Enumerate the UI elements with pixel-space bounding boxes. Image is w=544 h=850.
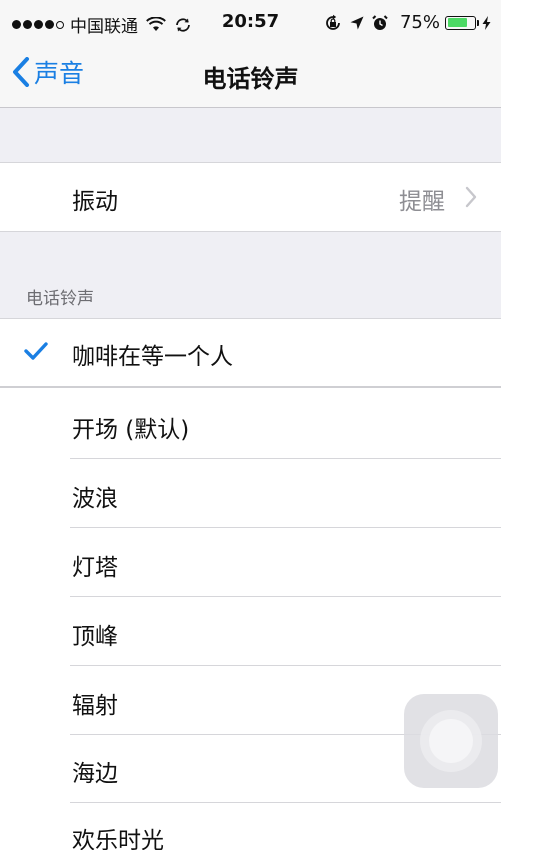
- status-bar-right: 75%: [324, 12, 491, 33]
- assistive-touch-button[interactable]: [404, 694, 498, 788]
- phone-screen: 中国联通 20:57 75% 声音 电话铃声 振动 提醒 电话铃声 咖啡在等一个…: [0, 0, 501, 850]
- location-arrow-icon: [350, 16, 364, 30]
- checkmark-icon: [24, 341, 48, 365]
- ringtone-label: 开场 (默认): [72, 417, 190, 443]
- battery-tip: [477, 19, 479, 26]
- ringtone-row[interactable]: 灯塔: [0, 528, 501, 596]
- ringtone-row[interactable]: 欢乐时光: [0, 803, 501, 850]
- battery-icon: [445, 15, 476, 30]
- page-title: 电话铃声: [202, 65, 299, 93]
- alarm-clock-icon: [372, 14, 388, 31]
- divider: [0, 386, 501, 388]
- ringtone-row[interactable]: 顶峰: [0, 597, 501, 665]
- section-header-area: 电话铃声: [0, 232, 501, 318]
- chevron-right-icon: [465, 186, 477, 212]
- vibration-label: 振动: [72, 189, 118, 215]
- group-spacer-top: [0, 108, 501, 163]
- status-bar: 中国联通 20:57 75%: [0, 0, 501, 44]
- ringtone-section-header: 电话铃声: [26, 289, 94, 309]
- ringtone-label: 顶峰: [72, 624, 118, 650]
- ringtone-label: 灯塔: [72, 555, 118, 581]
- ringtone-row[interactable]: 波浪: [0, 459, 501, 527]
- ringtone-label: 咖啡在等一个人: [72, 344, 233, 370]
- vibration-value: 提醒: [399, 189, 445, 215]
- ringtone-label: 欢乐时光: [72, 828, 164, 850]
- battery-level-fill: [447, 18, 467, 27]
- navigation-bar: 声音 电话铃声: [0, 44, 501, 108]
- ringtone-label: 海边: [72, 761, 118, 787]
- rotation-lock-icon: [324, 14, 342, 32]
- vibration-row[interactable]: 振动 提醒: [0, 163, 501, 231]
- ringtone-label: 波浪: [72, 486, 118, 512]
- screen: 中国联通 20:57 75% 声音 电话铃声 振动 提醒 电话铃声 咖啡在等一个…: [0, 0, 544, 850]
- ringtone-label: 辐射: [72, 693, 118, 719]
- charging-bolt-icon: [482, 15, 491, 30]
- ringtone-row[interactable]: 开场 (默认): [0, 390, 501, 458]
- battery-percent: 75%: [399, 12, 440, 33]
- ringtone-row-selected[interactable]: 咖啡在等一个人: [0, 319, 501, 387]
